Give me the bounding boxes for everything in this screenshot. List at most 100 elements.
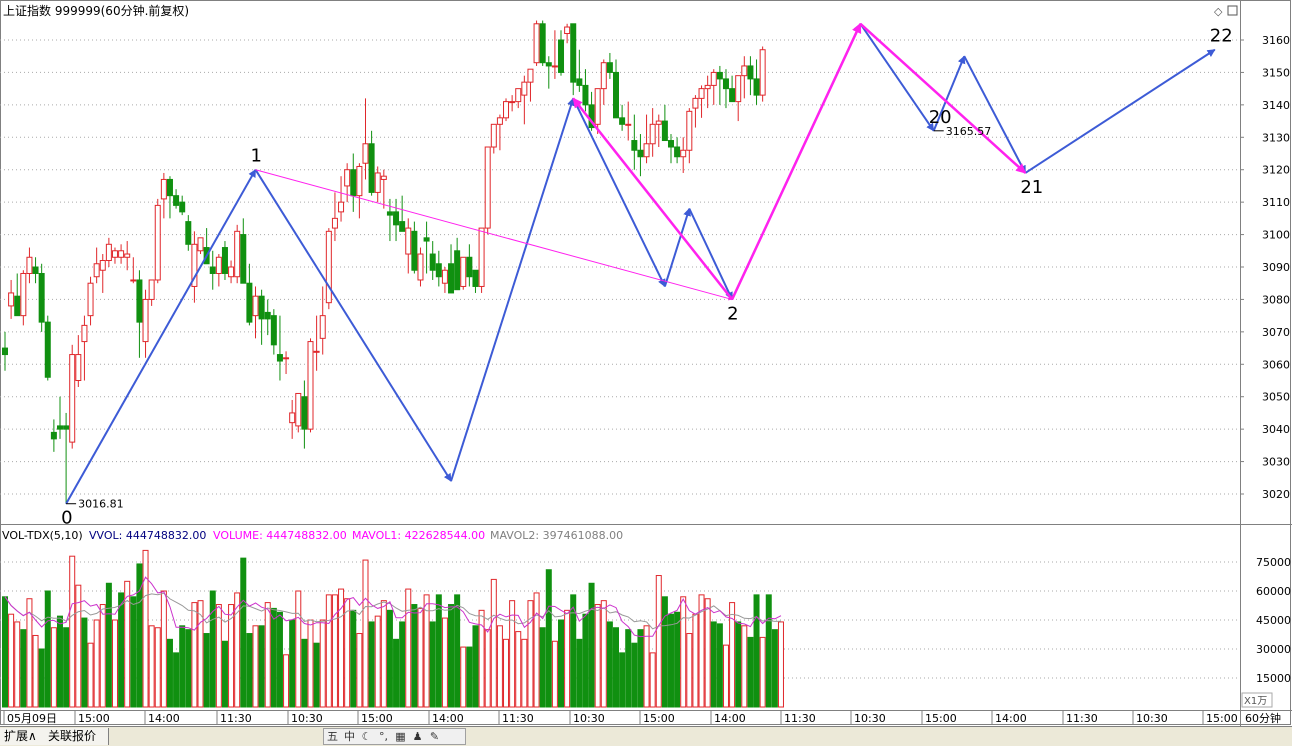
chinese-input-icon[interactable]: 中 [341,729,358,744]
volume-bar [496,625,503,708]
time-tick-label: 14:00 [432,712,464,725]
candle-body [527,68,534,83]
volume-bar [136,563,143,708]
kline-chart[interactable]: 上证指数 999999(60分钟.前复权) ◇ 3020 3030 3040 3050 30… [0,0,1292,726]
volume-bar [405,588,412,708]
time-tick-label: 05月09日 [7,712,57,725]
volume-bar [14,621,21,708]
volume-bar [166,638,173,708]
volume-bar [380,600,387,708]
time-tick-label: 14:00 [714,712,746,725]
volume-bar [215,604,222,708]
volume-bar [160,590,167,708]
volume-bar [362,559,369,708]
price-tick-label: 3040 [1262,423,1290,436]
price-marker-label: 3016.81 [78,498,124,511]
candle-body [14,295,21,317]
candle-body [454,250,461,291]
candle-body [81,324,88,343]
volume-bar [38,648,45,708]
candle-body [386,211,393,216]
candle-body [111,250,118,258]
volume-bar [191,602,198,708]
volume-tick-label: 60000 [1256,585,1291,598]
candle-body [429,253,436,271]
punctuation-icon[interactable]: °, [375,729,392,744]
wave-label: 21 [1020,177,1043,198]
candle-body [338,201,345,213]
restore-icon [1227,5,1238,16]
volume-bar [319,619,326,708]
stock-icon[interactable]: 五 [324,729,341,744]
candle-body [570,23,577,83]
candle-body [661,120,668,142]
volume-bar [69,555,76,708]
candle-body [234,230,241,278]
candle-body [276,354,283,362]
candle-body [686,110,693,151]
candle-body [692,97,699,109]
volume-bar [466,646,473,708]
volume-bar [252,625,259,708]
period-label: 60分钟 [1245,711,1281,725]
volume-bar [490,578,497,708]
candle-body [130,279,137,282]
volume-bar [8,613,15,708]
volume-bar [276,611,283,708]
candle-body [154,204,161,281]
volume-bar [521,638,528,708]
candle-body [619,117,626,125]
volume-bar [631,642,638,708]
keyboard-icon[interactable]: ▦ [392,729,409,744]
wrench-icon[interactable]: ✎ [426,729,443,744]
volume-bar [643,625,650,708]
related-quotes-tab[interactable]: 关联报价 [44,728,109,745]
volume-bar [393,638,400,708]
candle-body [215,256,222,274]
candle-body [606,62,613,73]
candle-body [539,23,546,64]
time-tick-label: 15:00 [361,712,393,725]
volume-bar [753,594,760,708]
wave-line-blue [859,23,935,132]
volume-bar [301,638,308,708]
volume-bar [539,627,546,708]
volume-bar [710,621,717,708]
time-tick-label: 11:30 [220,712,252,725]
candle-body [160,178,167,200]
candle-body [637,149,644,158]
volume-bar [56,615,63,708]
volume-bar [148,625,155,708]
volume-bar [619,652,626,708]
volume-bar [81,617,88,708]
candle-body [747,65,754,80]
moon-icon[interactable]: ☾ [358,729,375,744]
price-tick-label: 3130 [1262,131,1290,144]
volume-bar [777,621,784,708]
user-icon[interactable]: ♟ [409,729,426,744]
candle-body [283,357,290,360]
expand-tab[interactable]: 扩展∧ [0,728,47,745]
candle-body [460,256,467,287]
volume-bar [527,600,534,708]
volume-bar [735,621,742,708]
time-tick-label: 10:30 [854,712,886,725]
volume-bar [741,625,748,708]
volume-bar [2,596,8,708]
candle-body [362,143,369,164]
candle-body [319,315,326,339]
volume-bar [386,609,393,708]
volume-bar [704,598,711,708]
time-tick-label: 14:00 [148,712,180,725]
price-tick-label: 3030 [1262,456,1290,469]
mavol2-value: MAVOL2: 397461088.00 [490,529,623,542]
price-tick-label: 3050 [1262,391,1290,404]
candle-body [484,146,491,229]
indicator-name: VOL-TDX(5,10) [2,529,83,542]
price-tick-label: 3150 [1262,66,1290,79]
price-tick-label: 3110 [1262,196,1290,209]
volume-bar [667,613,674,708]
time-tick-label: 15:00 [643,712,675,725]
volume-bar [356,633,363,708]
volume-bar [576,638,583,708]
